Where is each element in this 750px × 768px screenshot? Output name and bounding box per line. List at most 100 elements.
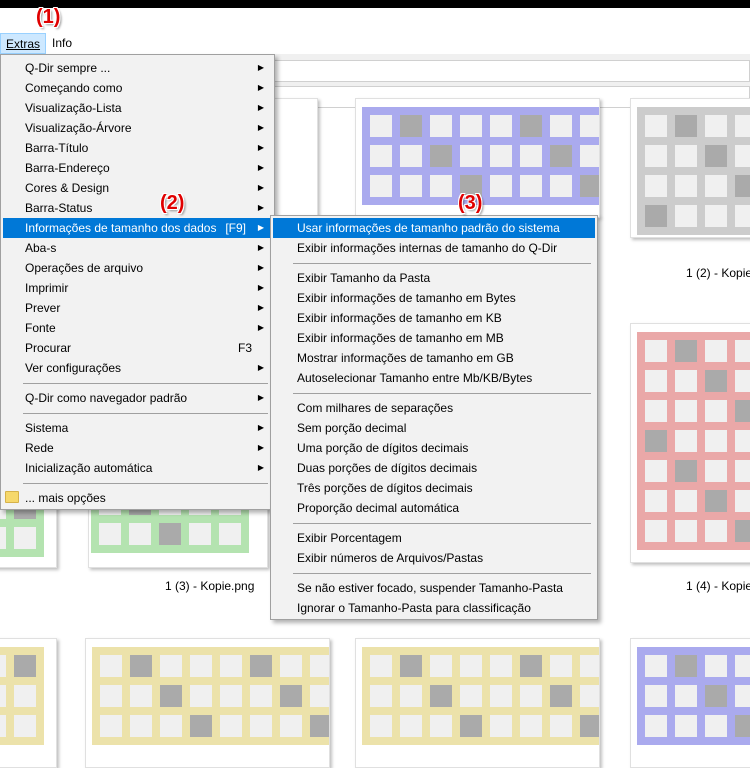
thumbnail-cell xyxy=(280,715,302,737)
menu-item-sistema[interactable]: Sistema ▶ xyxy=(3,418,272,438)
thumbnail-cell xyxy=(280,685,302,707)
submenu-arrow-icon: ▶ xyxy=(257,243,264,252)
submenu-item-exibir-internas[interactable]: Exibir informações internas de tamanho d… xyxy=(273,238,595,258)
thumbnail-cell xyxy=(310,715,329,737)
menu-separator xyxy=(293,263,591,264)
address-bar[interactable] xyxy=(270,60,750,82)
submenu-arrow-icon: ▶ xyxy=(257,283,264,292)
top-border xyxy=(0,0,750,8)
menu-item-abas[interactable]: Aba-s ▶ xyxy=(3,238,272,258)
menu-item-fonte[interactable]: Fonte ▶ xyxy=(3,318,272,338)
file-thumbnail[interactable] xyxy=(85,638,330,768)
thumbnail-cell xyxy=(705,520,727,542)
thumbnail-cell xyxy=(490,175,512,197)
submenu-item-bytes[interactable]: Exibir informações de tamanho em Bytes xyxy=(273,288,595,308)
menu-info[interactable]: Info xyxy=(47,33,77,54)
submenu-item-decimal-automatica[interactable]: Proporção decimal automática xyxy=(273,498,595,518)
thumbnail-cell xyxy=(520,655,542,677)
thumbnail-cell xyxy=(490,115,512,137)
menu-item-operacoes-arquivo[interactable]: Operações de arquivo ▶ xyxy=(3,258,272,278)
submenu-item-numeros-arquivos[interactable]: Exibir números de Arquivos/Pastas xyxy=(273,548,595,568)
submenu-item-sem-decimal[interactable]: Sem porção decimal xyxy=(273,418,595,438)
thumbnail-cell xyxy=(705,655,727,677)
thumbnail-cell xyxy=(520,145,542,167)
menu-extras[interactable]: Extras xyxy=(0,33,47,54)
thumbnail-cell xyxy=(430,655,452,677)
thumbnail-cell xyxy=(705,205,727,227)
submenu-item-suspender-tamanho[interactable]: Se não estiver focado, suspender Tamanho… xyxy=(273,578,595,598)
submenu-item-tres-decimais[interactable]: Três porções de dígitos decimais xyxy=(273,478,595,498)
thumbnail-cell xyxy=(520,685,542,707)
thumbnail-cell xyxy=(370,175,392,197)
submenu-item-autoselecionar[interactable]: Autoselecionar Tamanho entre Mb/KB/Bytes xyxy=(273,368,595,388)
menu-item-navegador-padrao[interactable]: Q-Dir como navegador padrão ▶ xyxy=(3,388,272,408)
menu-item-inicializacao-automatica[interactable]: Inicialização automática ▶ xyxy=(3,458,272,478)
file-thumbnail[interactable] xyxy=(0,638,57,768)
thumbnail-cell xyxy=(550,715,572,737)
thumbnail-cell xyxy=(735,685,750,707)
thumbnail-cell xyxy=(580,715,599,737)
thumbnail-cell xyxy=(735,205,750,227)
submenu-item-milhares[interactable]: Com milhares de separações xyxy=(273,398,595,418)
thumbnail-cell xyxy=(705,370,727,392)
file-thumbnail[interactable] xyxy=(630,323,750,563)
thumbnail-cell xyxy=(580,655,599,677)
menu-item-q-dir-sempre[interactable]: Q-Dir sempre ... ▶ xyxy=(3,58,272,78)
thumbnail-cell xyxy=(0,527,6,549)
file-label[interactable]: 1 (2) - Kopie xyxy=(686,266,750,280)
menu-separator xyxy=(293,523,591,524)
menu-item-imprimir[interactable]: Imprimir ▶ xyxy=(3,278,272,298)
thumbnail-cell xyxy=(705,175,727,197)
thumbnail-cell xyxy=(675,715,697,737)
thumbnail-cell xyxy=(645,460,667,482)
menu-item-barra-titulo[interactable]: Barra-Título ▶ xyxy=(3,138,272,158)
thumbnail-cell xyxy=(130,685,152,707)
submenu-item-mb[interactable]: Exibir informações de tamanho em MB xyxy=(273,328,595,348)
submenu-item-uma-decimal[interactable]: Uma porção de dígitos decimais xyxy=(273,438,595,458)
submenu-item-ignorar-classificacao[interactable]: Ignorar o Tamanho-Pasta para classificaç… xyxy=(273,598,595,618)
submenu-arrow-icon: ▶ xyxy=(257,423,264,432)
thumbnail-cell xyxy=(580,115,599,137)
thumbnail-cell xyxy=(675,370,697,392)
menu-item-barra-endereco[interactable]: Barra-Endereço ▶ xyxy=(3,158,272,178)
thumbnail-cell xyxy=(550,175,572,197)
file-thumbnail[interactable] xyxy=(355,638,600,768)
file-label[interactable]: 1 (3) - Kopie.png xyxy=(165,579,254,593)
submenu-item-tamanho-pasta[interactable]: Exibir Tamanho da Pasta xyxy=(273,268,595,288)
thumbnail-cell xyxy=(705,460,727,482)
thumbnail-cell xyxy=(645,145,667,167)
menu-item-mais-opcoes[interactable]: ... mais opções xyxy=(3,488,272,508)
thumbnail-cell xyxy=(705,490,727,512)
thumbnail-cell xyxy=(189,523,211,545)
menu-item-cores-design[interactable]: Cores & Design ▶ xyxy=(3,178,272,198)
submenu-item-gb[interactable]: Mostrar informações de tamanho em GB xyxy=(273,348,595,368)
thumbnail-cell xyxy=(645,490,667,512)
thumbnail-cell xyxy=(430,175,452,197)
thumbnail-cell xyxy=(705,430,727,452)
file-thumbnail[interactable] xyxy=(630,638,750,768)
submenu-arrow-icon: ▶ xyxy=(257,323,264,332)
menu-item-visualizacao-lista[interactable]: Visualização-Lista ▶ xyxy=(3,98,272,118)
file-label[interactable]: 1 (4) - Kopie xyxy=(686,579,750,593)
menu-item-procurar[interactable]: Procurar F3 xyxy=(3,338,272,358)
menu-item-ver-configuracoes[interactable]: Ver configurações ▶ xyxy=(3,358,272,378)
submenu-arrow-icon: ▶ xyxy=(257,183,264,192)
menu-item-visualizacao-arvore[interactable]: Visualização-Árvore ▶ xyxy=(3,118,272,138)
submenu-item-porcentagem[interactable]: Exibir Porcentagem xyxy=(273,528,595,548)
submenu-item-usar-padrao-sistema[interactable]: Usar informações de tamanho padrão do si… xyxy=(273,218,595,238)
menu-item-rede[interactable]: Rede ▶ xyxy=(3,438,272,458)
thumbnail-cell xyxy=(675,460,697,482)
submenu-arrow-icon: ▶ xyxy=(257,223,264,232)
thumbnail-cell xyxy=(550,115,572,137)
menu-item-comecando-como[interactable]: Começando como ▶ xyxy=(3,78,272,98)
thumbnail-cell xyxy=(735,655,750,677)
file-thumbnail[interactable] xyxy=(630,98,750,238)
thumbnail-cell xyxy=(159,523,181,545)
menu-item-prever[interactable]: Prever ▶ xyxy=(3,298,272,318)
submenu-arrow-icon: ▶ xyxy=(257,123,264,132)
submenu-arrow-icon: ▶ xyxy=(257,143,264,152)
menu-item-barra-status[interactable]: Barra-Status ▶ xyxy=(3,198,272,218)
menu-item-informacoes-tamanho[interactable]: Informações de tamanho dos dados [F9] ▶ xyxy=(3,218,272,238)
submenu-item-kb[interactable]: Exibir informações de tamanho em KB xyxy=(273,308,595,328)
submenu-item-duas-decimais[interactable]: Duas porções de dígitos decimais xyxy=(273,458,595,478)
